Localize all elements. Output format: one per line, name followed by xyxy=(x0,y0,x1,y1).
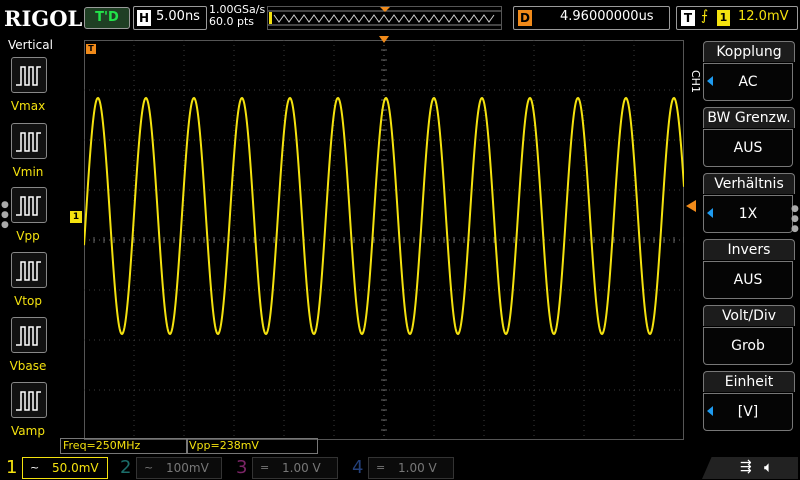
memory-waveform-preview xyxy=(268,7,501,26)
channel-1-coupling-icon: ~ xyxy=(30,461,40,474)
measure-vmin-icon xyxy=(16,132,41,152)
menu-verh-ltnis-value: 1X xyxy=(703,195,793,233)
channel-3-number[interactable]: 3 xyxy=(236,458,247,478)
menu-einheit-button[interactable]: Einheit [V] xyxy=(703,371,795,433)
ch1-offset-marker[interactable]: 1 xyxy=(70,211,82,223)
measure-vmin-button[interactable] xyxy=(11,123,47,159)
channel-2-scale: 100mV xyxy=(166,461,209,475)
trigger-level: 12.0mV xyxy=(738,9,789,24)
channel-4-coupling-icon: = xyxy=(376,461,386,474)
brand-logo: RIGOL xyxy=(4,6,83,31)
chevron-left-icon xyxy=(707,406,713,416)
measure-vbase-icon xyxy=(16,326,41,346)
delay-value: 4.96000000us xyxy=(560,9,654,24)
measurement-strip: Freq=250MHz Vpp=238mV xyxy=(60,438,680,454)
delay-label: D xyxy=(518,10,532,26)
measure-vmax-label: Vmax xyxy=(10,99,46,113)
menu-bw-grenzw-value: AUS xyxy=(703,129,793,167)
horizontal-label: H xyxy=(137,10,151,26)
memory-overview-bar[interactable] xyxy=(267,6,502,30)
measure-vbase-button[interactable] xyxy=(11,317,47,353)
rising-edge-icon: ⨍ xyxy=(701,8,709,24)
measure-category-title: Vertical xyxy=(8,38,53,52)
measure-vpp-label: Vpp xyxy=(16,229,40,243)
menu-verh-ltnis-title: Verhältnis xyxy=(703,173,795,194)
acquisition-info: 1.00GSa/s 60.0 pts xyxy=(209,4,265,28)
measure-vbase-label: Vbase xyxy=(9,359,47,373)
measure-vamp-button[interactable] xyxy=(11,382,47,418)
measure-vpp-button[interactable] xyxy=(11,187,47,223)
channel-2-coupling-icon: ~ xyxy=(144,461,154,474)
vpp-measurement: Vpp=238mV xyxy=(186,438,318,454)
trigger-position-marker-icon xyxy=(379,36,389,43)
menu-invers-button[interactable]: Invers AUS xyxy=(703,239,795,301)
trigger-source: 1 xyxy=(717,10,730,26)
menu-einheit-value: [V] xyxy=(703,393,793,431)
menu-invers-title: Invers xyxy=(703,239,795,260)
menu-einheit-title: Einheit xyxy=(703,371,795,392)
menu-volt-div-button[interactable]: Volt/Div Grob xyxy=(703,305,795,367)
menu-kopplung-value: AC xyxy=(703,63,793,101)
channel-3-scale: 1.00 V xyxy=(282,461,321,475)
left-scroll-dots: ● ● ● xyxy=(1,200,9,230)
chevron-left-icon xyxy=(707,76,713,86)
menu-volt-div-title: Volt/Div xyxy=(703,305,795,326)
chevron-left-icon xyxy=(707,208,713,218)
channel-1-number[interactable]: 1 xyxy=(6,458,17,478)
menu-volt-div-value: Grob xyxy=(703,327,793,365)
trigger-time-marker-icon: T xyxy=(86,44,96,54)
waveform-display-grid[interactable] xyxy=(84,40,684,440)
menu-bw-grenzw-button[interactable]: BW Grenzw. AUS xyxy=(703,107,795,169)
trigger-status-badge[interactable]: T'D xyxy=(84,7,130,29)
measure-vamp-label: Vamp xyxy=(11,424,45,438)
menu-verh-ltnis-button[interactable]: Verhältnis 1X xyxy=(703,173,795,235)
menu-kopplung-title: Kopplung xyxy=(703,41,795,62)
timebase-value: 5.00ns xyxy=(156,9,200,24)
measure-vtop-label: Vtop xyxy=(14,294,42,308)
menu-invers-value: AUS xyxy=(703,261,793,299)
measure-vmin-label: Vmin xyxy=(12,165,44,179)
menu-bw-grenzw-title: BW Grenzw. xyxy=(703,107,795,128)
channel-2-number[interactable]: 2 xyxy=(120,458,131,478)
channel-1-scale: 50.0mV xyxy=(52,461,99,475)
ch1-menu-tab[interactable]: CH1 xyxy=(688,64,702,98)
measure-vtop-icon xyxy=(16,261,41,281)
speaker-mute-icon[interactable]: 🔈︎ xyxy=(764,458,773,476)
channel-3-coupling-icon: = xyxy=(260,461,270,474)
memory-depth: 60.0 pts xyxy=(209,15,255,28)
channel-4-number[interactable]: 4 xyxy=(352,458,363,478)
measure-vtop-button[interactable] xyxy=(11,252,47,288)
measure-vmax-icon xyxy=(16,66,41,86)
measure-vmax-button[interactable] xyxy=(11,57,47,93)
measure-vamp-icon xyxy=(16,391,41,411)
trigger-level-marker-icon[interactable] xyxy=(686,200,696,212)
usb-icon: ⇶ xyxy=(740,459,752,475)
measure-vpp-icon xyxy=(16,196,41,216)
right-scroll-dots: ● ● ● xyxy=(791,204,799,234)
trigger-label: T xyxy=(681,10,695,26)
menu-kopplung-button[interactable]: Kopplung AC xyxy=(703,41,795,103)
channel-4-scale: 1.00 V xyxy=(398,461,437,475)
frequency-measurement: Freq=250MHz xyxy=(60,438,188,454)
